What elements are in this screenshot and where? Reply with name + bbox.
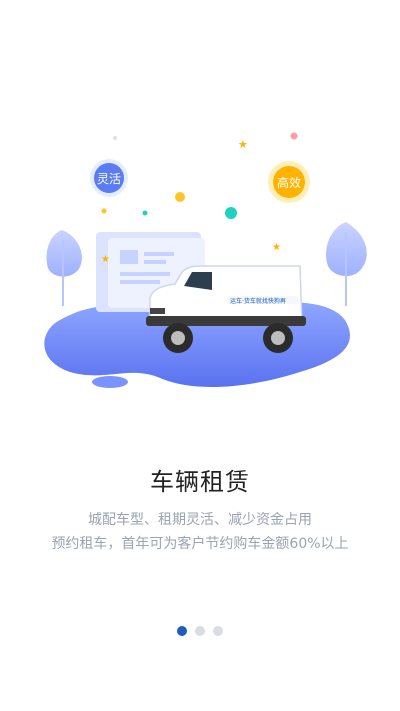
page-indicator xyxy=(0,626,400,636)
dot-pink xyxy=(290,132,298,140)
onboarding-illustration: ★ ★ ★ 灵活 高效 运车·货车就找快狗再 xyxy=(44,132,367,388)
svg-text:运车·货车就找快狗再: 运车·货车就找快狗再 xyxy=(230,297,286,305)
star-icon: ★ xyxy=(101,254,110,265)
page-dot-3[interactable] xyxy=(213,626,223,636)
page-title: 车辆租赁 xyxy=(150,468,250,496)
dot-teal-big xyxy=(225,207,237,219)
description-line-1: 城配车型、租期灵活、减少资金占用 xyxy=(88,512,312,528)
dot-grey xyxy=(113,136,117,140)
tree-right-icon xyxy=(326,222,367,306)
badge-flexible: 灵活 xyxy=(90,159,128,197)
description-line-2: 预约租车，首年可为客户节约购车金额60%以上 xyxy=(51,536,349,552)
dot-yellow-small xyxy=(101,208,107,214)
dot-yellow xyxy=(175,192,185,202)
badge-flexible-label: 灵活 xyxy=(97,172,121,186)
badge-efficient: 高效 xyxy=(268,161,310,203)
star-icon: ★ xyxy=(272,242,281,253)
dot-teal-small xyxy=(142,210,148,216)
small-puddle xyxy=(92,376,128,388)
badge-efficient-label: 高效 xyxy=(277,175,301,190)
tree-left-icon xyxy=(46,230,82,306)
star-icon: ★ xyxy=(238,138,248,151)
page-dot-1[interactable] xyxy=(177,626,187,636)
page-dot-2[interactable] xyxy=(195,626,205,636)
